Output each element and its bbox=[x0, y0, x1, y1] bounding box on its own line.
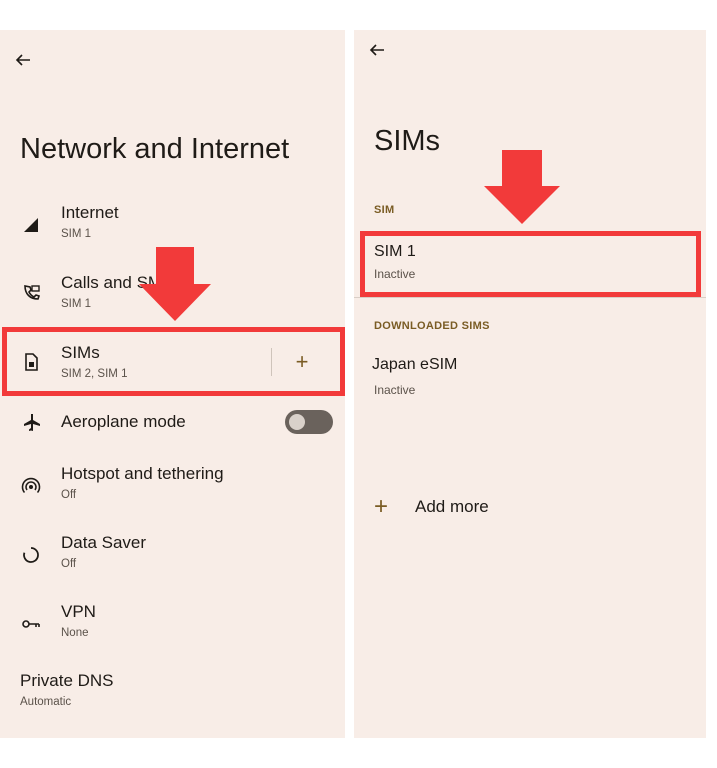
page-title: Network and Internet bbox=[20, 133, 290, 165]
vpn-key-icon bbox=[20, 613, 42, 635]
back-arrow-icon[interactable] bbox=[363, 36, 391, 64]
hotspot-icon bbox=[20, 475, 42, 497]
data-saver-label: Data Saver bbox=[61, 533, 147, 552]
add-more-label: Add more bbox=[415, 497, 489, 516]
hotspot-label: Hotspot and tethering bbox=[61, 464, 224, 483]
section-header-sim: SIM bbox=[374, 204, 395, 216]
calls-sms-label: Calls and SMS bbox=[61, 273, 174, 292]
esim-sub: Inactive bbox=[374, 383, 416, 397]
vpn-label: VPN bbox=[61, 602, 96, 621]
plus-icon: + bbox=[374, 493, 389, 520]
section-header-downloaded: DOWNLOADED SIMS bbox=[374, 320, 490, 332]
sims-sub: SIM 2, SIM 1 bbox=[61, 368, 128, 380]
sims-label: SIMs bbox=[61, 343, 100, 362]
private-dns-item[interactable]: Private DNS Automatic bbox=[0, 669, 345, 729]
data-saver-item[interactable]: Data Saver Off bbox=[0, 531, 345, 591]
sim-1-item[interactable]: SIM 1 Inactive bbox=[354, 236, 706, 296]
private-dns-label: Private DNS bbox=[20, 671, 114, 690]
back-arrow-icon[interactable] bbox=[9, 46, 37, 74]
sim-1-sub: Inactive bbox=[374, 267, 416, 281]
calls-sms-icon bbox=[20, 282, 42, 304]
sims-item[interactable]: SIMs SIM 2, SIM 1 + bbox=[0, 339, 345, 399]
vpn-item[interactable]: VPN None bbox=[0, 600, 345, 660]
hotspot-item[interactable]: Hotspot and tethering Off bbox=[0, 462, 345, 522]
section-divider bbox=[354, 297, 706, 298]
aeroplane-mode-label: Aeroplane mode bbox=[61, 412, 186, 431]
add-more-button[interactable]: + Add more bbox=[374, 493, 574, 525]
sims-divider bbox=[271, 348, 272, 376]
sim-1-label: SIM 1 bbox=[374, 243, 416, 260]
calls-sms-sub: SIM 1 bbox=[61, 298, 92, 310]
data-saver-icon bbox=[20, 544, 42, 566]
network-internet-screen: Network and Internet Internet SIM 1 Call… bbox=[0, 30, 345, 738]
esim-label: Japan eSIM bbox=[372, 356, 458, 373]
internet-label: Internet bbox=[61, 203, 119, 222]
data-saver-sub: Off bbox=[61, 558, 77, 570]
private-dns-sub: Automatic bbox=[20, 696, 72, 708]
esim-item[interactable]: Japan eSIM Inactive bbox=[354, 352, 706, 412]
page-title: SIMs bbox=[374, 125, 441, 157]
internet-item[interactable]: Internet SIM 1 bbox=[0, 200, 345, 260]
sims-screen: SIMs SIM SIM 1 Inactive DOWNLOADED SIMS … bbox=[354, 30, 706, 738]
aeroplane-mode-item[interactable]: Aeroplane mode bbox=[0, 408, 345, 468]
hotspot-sub: Off bbox=[61, 489, 77, 501]
toggle-knob bbox=[289, 414, 305, 430]
add-sim-button[interactable]: + bbox=[290, 349, 314, 374]
calls-sms-item[interactable]: Calls and SMS SIM 1 bbox=[0, 270, 345, 330]
sim-card-icon bbox=[20, 351, 42, 373]
internet-sub: SIM 1 bbox=[61, 228, 92, 240]
vpn-sub: None bbox=[61, 627, 89, 639]
aeroplane-mode-toggle[interactable] bbox=[285, 410, 333, 434]
signal-icon bbox=[20, 214, 42, 236]
airplane-icon bbox=[20, 411, 42, 433]
